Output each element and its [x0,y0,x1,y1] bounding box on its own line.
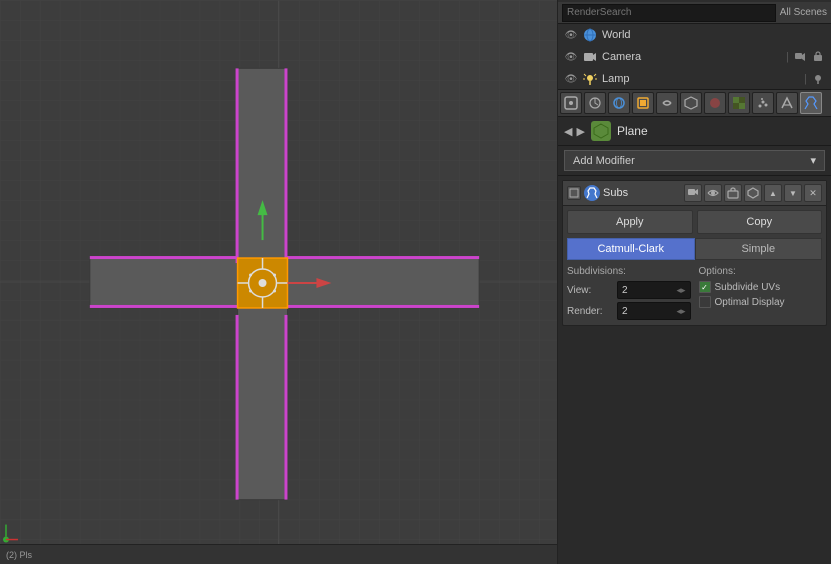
outliner: All Scenes 👁 World 👁 Camera | [558,0,831,90]
optimal-display-row: Optimal Display [699,296,823,308]
simple-tab[interactable]: Simple [695,238,823,260]
apply-copy-row: Apply Copy [563,206,826,238]
apply-button[interactable]: Apply [567,210,693,234]
tab-scene[interactable] [584,92,606,114]
eye-icon-camera[interactable]: 👁 [564,50,578,64]
mod-close-icon[interactable]: ✕ [804,184,822,202]
viewport-bottom-info: (2) Pls [6,550,32,560]
eye-icon-lamp[interactable]: 👁 [564,72,578,86]
algorithm-tabs: Catmull-Clark Simple [567,238,822,260]
subdivide-uvs-checkbox[interactable] [699,281,711,293]
object-name: Plane [617,124,648,138]
outliner-item-camera-label: Camera [602,51,782,63]
cam-restrict-icon[interactable] [811,50,825,64]
view-value-field[interactable]: 2 ◂▸ [617,281,691,299]
add-modifier-button[interactable]: Add Modifier ▾ [564,150,825,171]
outliner-item-world-label: World [602,29,825,41]
add-modifier-arrow: ▾ [810,154,816,167]
tab-world[interactable] [608,92,630,114]
copy-button[interactable]: Copy [697,210,823,234]
view-field-row: View: 2 ◂▸ [567,281,691,299]
tab-data[interactable] [680,92,702,114]
render-label: Render: [567,306,617,317]
outliner-item-lamp[interactable]: 👁 Lamp | [558,68,831,90]
subdivisions-column: Subdivisions: View: 2 ◂▸ Render: 2 ◂▸ [567,266,691,323]
tab-object[interactable] [632,92,654,114]
object-header: ◀ ▶ Plane [558,117,831,146]
tab-particles[interactable] [752,92,774,114]
property-tabs [558,90,831,117]
lamp-icon [582,71,598,87]
add-modifier-row: Add Modifier ▾ [558,146,831,176]
cam-icon-camera[interactable] [793,50,807,64]
modifier-header: Subs ▲ ▼ ✕ [563,181,826,206]
modifier-toggle[interactable] [567,186,581,200]
viewport-canvas [0,0,557,564]
properties-panel: ◀ ▶ Plane Add Modifier ▾ [558,90,831,564]
outliner-filter[interactable]: All Scenes [780,7,827,18]
tab-material[interactable] [704,92,726,114]
viewport[interactable]: Persp (Local) [0,0,558,564]
world-icon [582,27,598,43]
tab-physics[interactable] [776,92,798,114]
mod-eye-icon[interactable] [704,184,722,202]
options-column: Options: Subdivide UVs Optimal Display [699,266,823,323]
subdivide-uvs-row: Subdivide UVs [699,281,823,293]
outliner-item-world[interactable]: 👁 World [558,24,831,46]
viewport-bottom-bar: (2) Pls [0,544,557,564]
mod-move-down-icon[interactable]: ▼ [784,184,802,202]
catmull-clark-tab[interactable]: Catmull-Clark [567,238,695,260]
nav-arrow-left[interactable]: ◀ [564,125,572,138]
mod-editmode-icon[interactable] [724,184,742,202]
tab-constraints[interactable] [656,92,678,114]
modifier-type-icon [584,185,600,201]
lamp-extra-icon[interactable] [811,72,825,86]
optimal-display-label: Optimal Display [715,297,785,308]
render-field-row: Render: 2 ◂▸ [567,302,691,320]
outliner-item-camera[interactable]: 👁 Camera | [558,46,831,68]
outliner-header: All Scenes [558,2,831,24]
tab-render[interactable] [560,92,582,114]
outliner-search[interactable] [562,4,776,22]
optimal-display-checkbox[interactable] [699,296,711,308]
options-label: Options: [699,266,823,277]
subdivide-uvs-label: Subdivide UVs [715,282,781,293]
tab-modifier[interactable] [800,92,822,114]
eye-icon-world[interactable]: 👁 [564,28,578,42]
right-panel: All Scenes 👁 World 👁 Camera | [558,0,831,564]
view-label: View: [567,285,617,296]
subdivisions-options-section: Subdivisions: View: 2 ◂▸ Render: 2 ◂▸ [563,264,826,325]
modifier-header-icons: ▲ ▼ ✕ [684,184,822,202]
mod-cage-icon[interactable] [744,184,762,202]
camera-icon [582,49,598,65]
nav-arrow-right[interactable]: ▶ [576,125,584,138]
subdivisions-label: Subdivisions: [567,266,691,277]
viewport-label: Persp (Local) [6,4,71,16]
mod-camera-icon[interactable] [684,184,702,202]
object-icon [591,121,611,141]
render-value-field[interactable]: 2 ◂▸ [617,302,691,320]
pipe-separator-camera: | [786,51,789,63]
pipe-separator-lamp: | [804,73,807,85]
modifier-name: Subs [603,187,681,199]
tab-texture[interactable] [728,92,750,114]
mod-move-up-icon[interactable]: ▲ [764,184,782,202]
outliner-item-lamp-label: Lamp [602,73,800,85]
modifier-card-subs: Subs ▲ ▼ ✕ [562,180,827,326]
